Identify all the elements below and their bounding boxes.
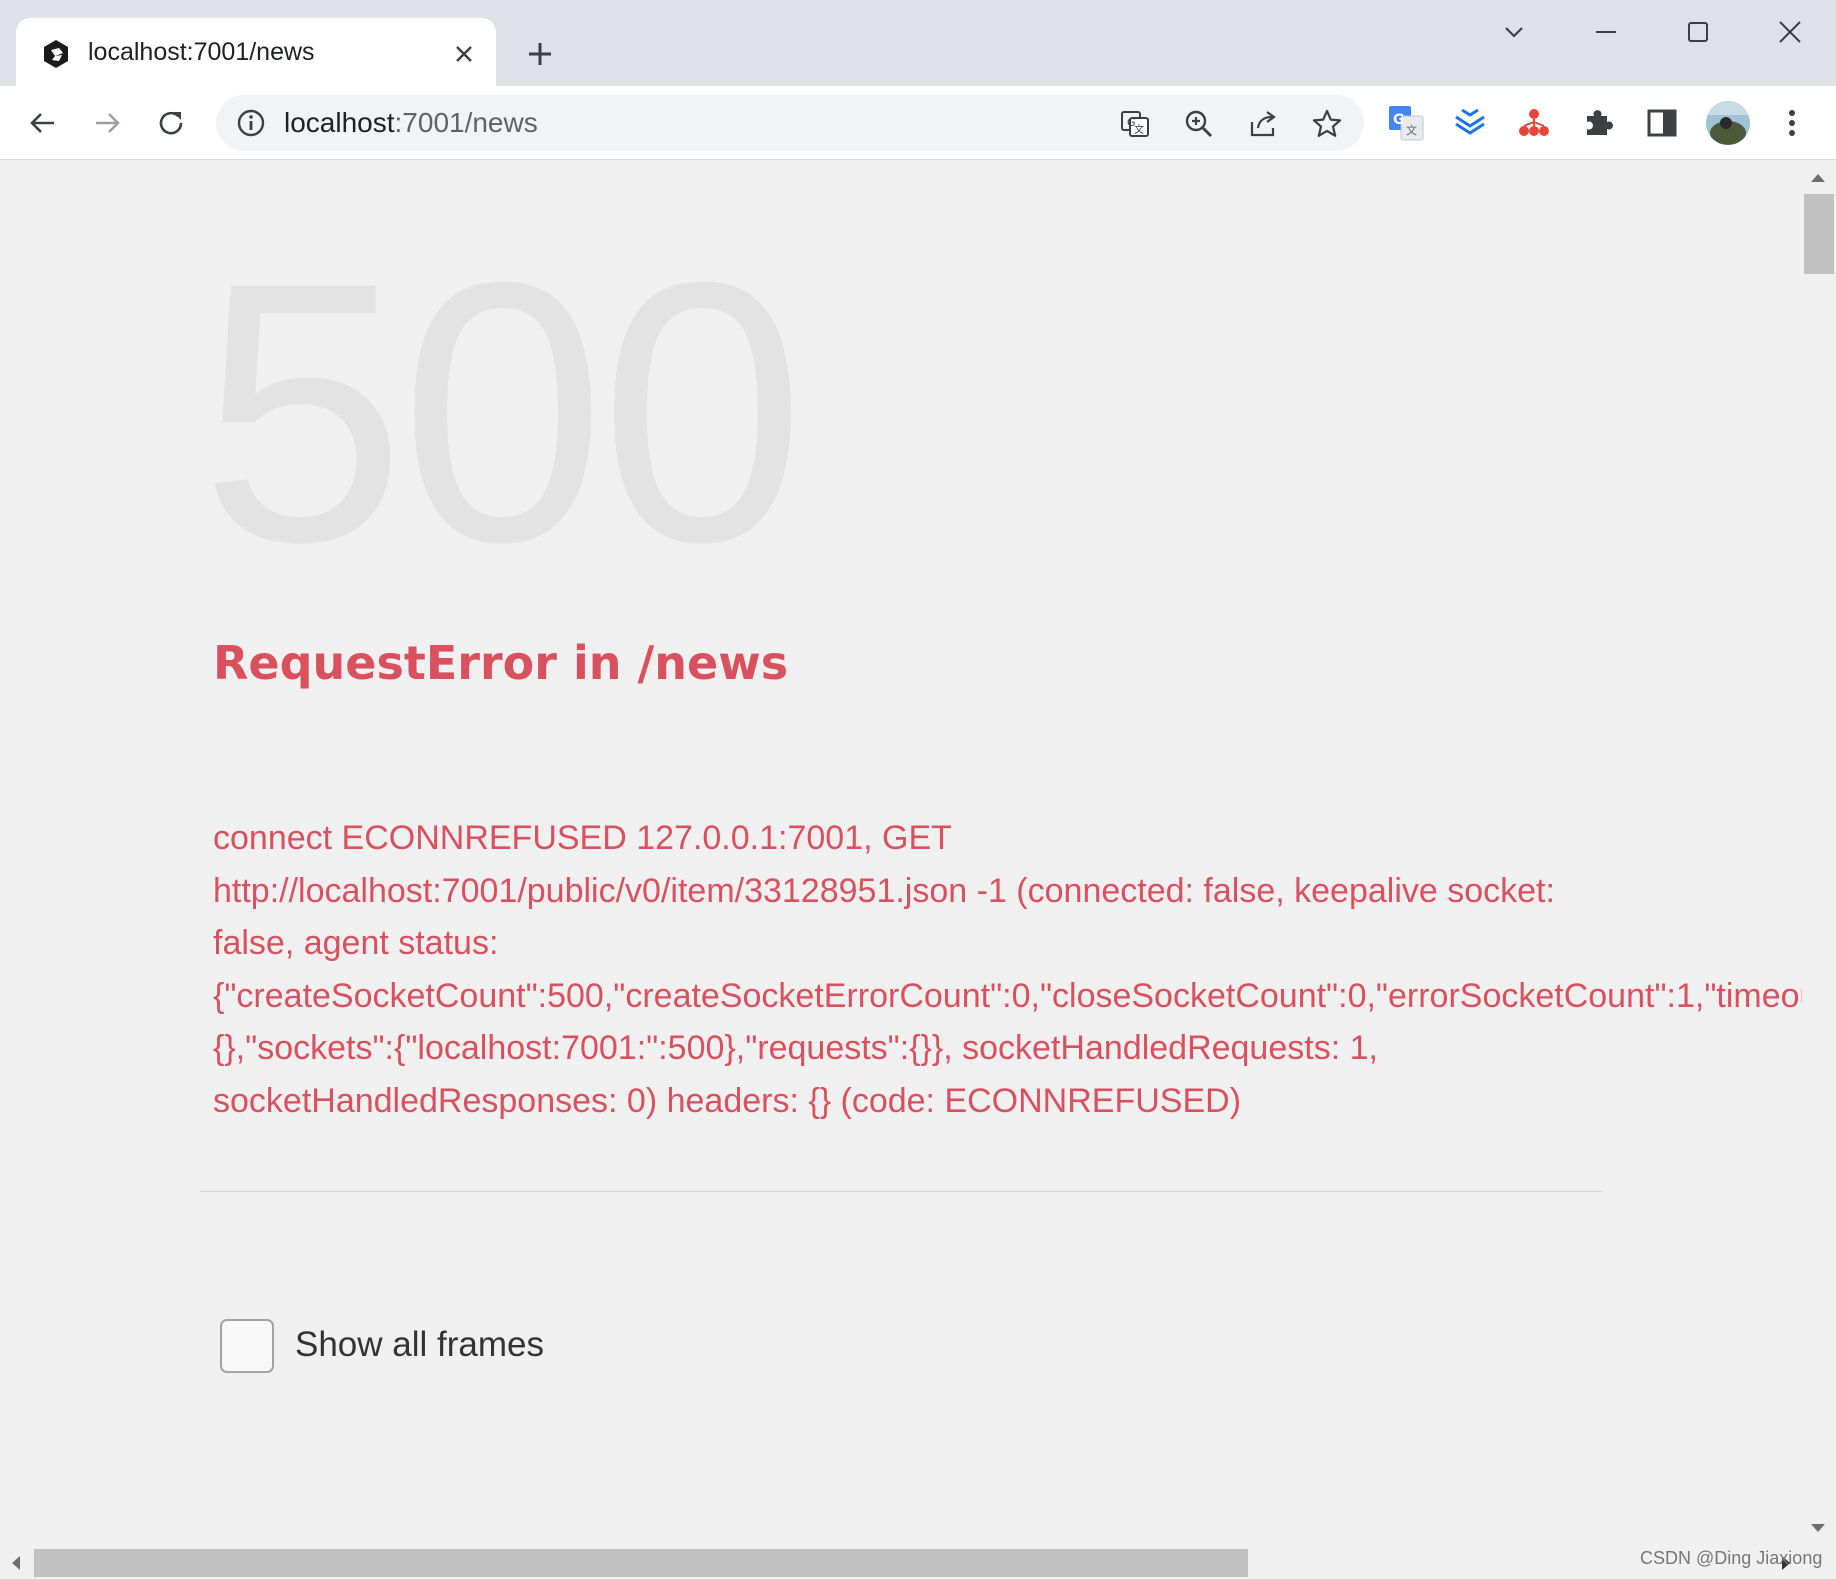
google-translate-icon[interactable]: G文: [1386, 103, 1426, 143]
close-window-icon[interactable]: [1760, 12, 1820, 52]
horizontal-scrollbar-thumb[interactable]: [34, 1549, 1248, 1577]
vertical-scrollbar-thumb[interactable]: [1804, 194, 1834, 274]
error-message-line: {},"sockets":{"localhost:7001:":500},"re…: [213, 1029, 1378, 1067]
browser-toolbar: localhost:7001/news G文 G文: [0, 86, 1836, 160]
egg-logo-icon: [40, 38, 72, 70]
more-menu-icon[interactable]: [1772, 103, 1812, 143]
error-message-line: connect ECONNREFUSED 127.0.0.1:7001, GET: [213, 819, 952, 857]
back-arrow-icon[interactable]: [22, 102, 64, 144]
minimize-icon[interactable]: [1576, 12, 1636, 52]
watermark: CSDN @Ding Jiaxiong: [1640, 1548, 1823, 1568]
new-tab-plus-icon[interactable]: [520, 34, 560, 74]
error-message-line: {"createSocketCount":500,"createSocketEr…: [213, 976, 1802, 1015]
forward-arrow-icon[interactable]: [86, 102, 128, 144]
close-icon[interactable]: [448, 38, 480, 70]
side-panel-icon[interactable]: [1642, 103, 1682, 143]
status-code: 500: [200, 206, 805, 619]
maximize-icon[interactable]: [1668, 12, 1728, 52]
zoom-icon[interactable]: [1182, 107, 1216, 141]
translate-page-icon[interactable]: G文: [1118, 107, 1152, 141]
layers-extension-icon[interactable]: [1450, 103, 1490, 143]
error-message-line: false, agent status:: [213, 924, 499, 962]
profile-avatar[interactable]: [1706, 101, 1750, 145]
divider: [200, 1191, 1602, 1192]
show-all-frames-checkbox[interactable]: [220, 1319, 274, 1373]
tab-search-chevron-down-icon[interactable]: [1484, 12, 1544, 52]
share-icon[interactable]: [1246, 107, 1280, 141]
scroll-left-arrow-icon[interactable]: [8, 1553, 24, 1573]
page-viewport: 500 RequestError in /news connect ECONNR…: [0, 160, 1802, 1545]
address-bar[interactable]: localhost:7001/news G文: [216, 95, 1364, 151]
vertical-scrollbar[interactable]: [1802, 160, 1836, 1545]
url-host: localhost: [284, 107, 395, 138]
error-message: connect ECONNREFUSED 127.0.0.1:7001, GET…: [213, 812, 1802, 1127]
puzzle-extensions-icon[interactable]: [1578, 103, 1618, 143]
svg-text:文: 文: [1134, 123, 1144, 136]
bookmark-star-icon[interactable]: [1310, 107, 1344, 141]
tab-strip: localhost:7001/news: [0, 0, 1836, 86]
reload-icon[interactable]: [150, 102, 192, 144]
error-message-line: socketHandledResponses: 0) headers: {} (…: [213, 1081, 1242, 1120]
error-message-line: http://localhost:7001/public/v0/item/331…: [213, 871, 1555, 910]
red-network-extension-icon[interactable]: [1514, 103, 1554, 143]
scroll-up-arrow-icon[interactable]: [1808, 170, 1828, 186]
show-all-frames-label[interactable]: Show all frames: [295, 1325, 544, 1365]
url-path: :7001/news: [394, 107, 538, 138]
browser-tab-active[interactable]: localhost:7001/news: [16, 18, 496, 86]
site-info-icon[interactable]: [236, 108, 266, 138]
scroll-down-arrow-icon[interactable]: [1808, 1520, 1828, 1536]
url-text[interactable]: localhost:7001/news: [284, 107, 538, 139]
tab-title: localhost:7001/news: [88, 38, 315, 66]
svg-text:G: G: [1393, 112, 1405, 128]
error-title: RequestError in /news: [213, 636, 789, 690]
svg-text:文: 文: [1406, 123, 1417, 137]
